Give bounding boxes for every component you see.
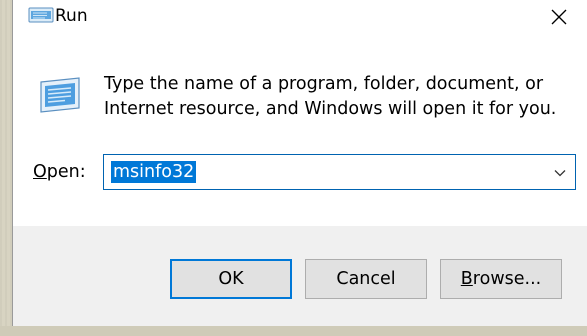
browse-accelerator: B — [460, 269, 473, 289]
chevron-down-icon — [554, 170, 566, 177]
close-button[interactable] — [545, 4, 573, 30]
title-bar[interactable]: Run — [13, 0, 587, 36]
run-icon — [35, 76, 85, 118]
browse-label-rest: rowse... — [472, 269, 542, 289]
open-input[interactable]: msinfo32 — [111, 161, 197, 183]
open-label-accelerator: O — [33, 162, 47, 182]
open-label-rest: pen: — [46, 162, 86, 182]
description-line-2: Internet resource, and Windows will open… — [104, 99, 557, 119]
ok-button[interactable]: OK — [170, 259, 292, 299]
run-app-icon — [25, 6, 59, 26]
open-combobox[interactable]: msinfo32 — [103, 154, 576, 190]
dropdown-button[interactable] — [553, 165, 567, 179]
close-icon — [551, 9, 567, 25]
button-bar: OK Cancel Browse... — [13, 226, 587, 326]
cancel-button[interactable]: Cancel — [305, 259, 427, 299]
run-description: Type the name of a program, folder, docu… — [104, 72, 564, 122]
browse-button[interactable]: Browse... — [440, 259, 562, 299]
description-line-1: Type the name of a program, folder, docu… — [104, 74, 544, 94]
run-dialog: Run Type the name of a program, folder, … — [12, 0, 587, 326]
background-strip — [0, 326, 587, 336]
window-title: Run — [55, 6, 88, 26]
open-label: Open: — [33, 162, 86, 182]
